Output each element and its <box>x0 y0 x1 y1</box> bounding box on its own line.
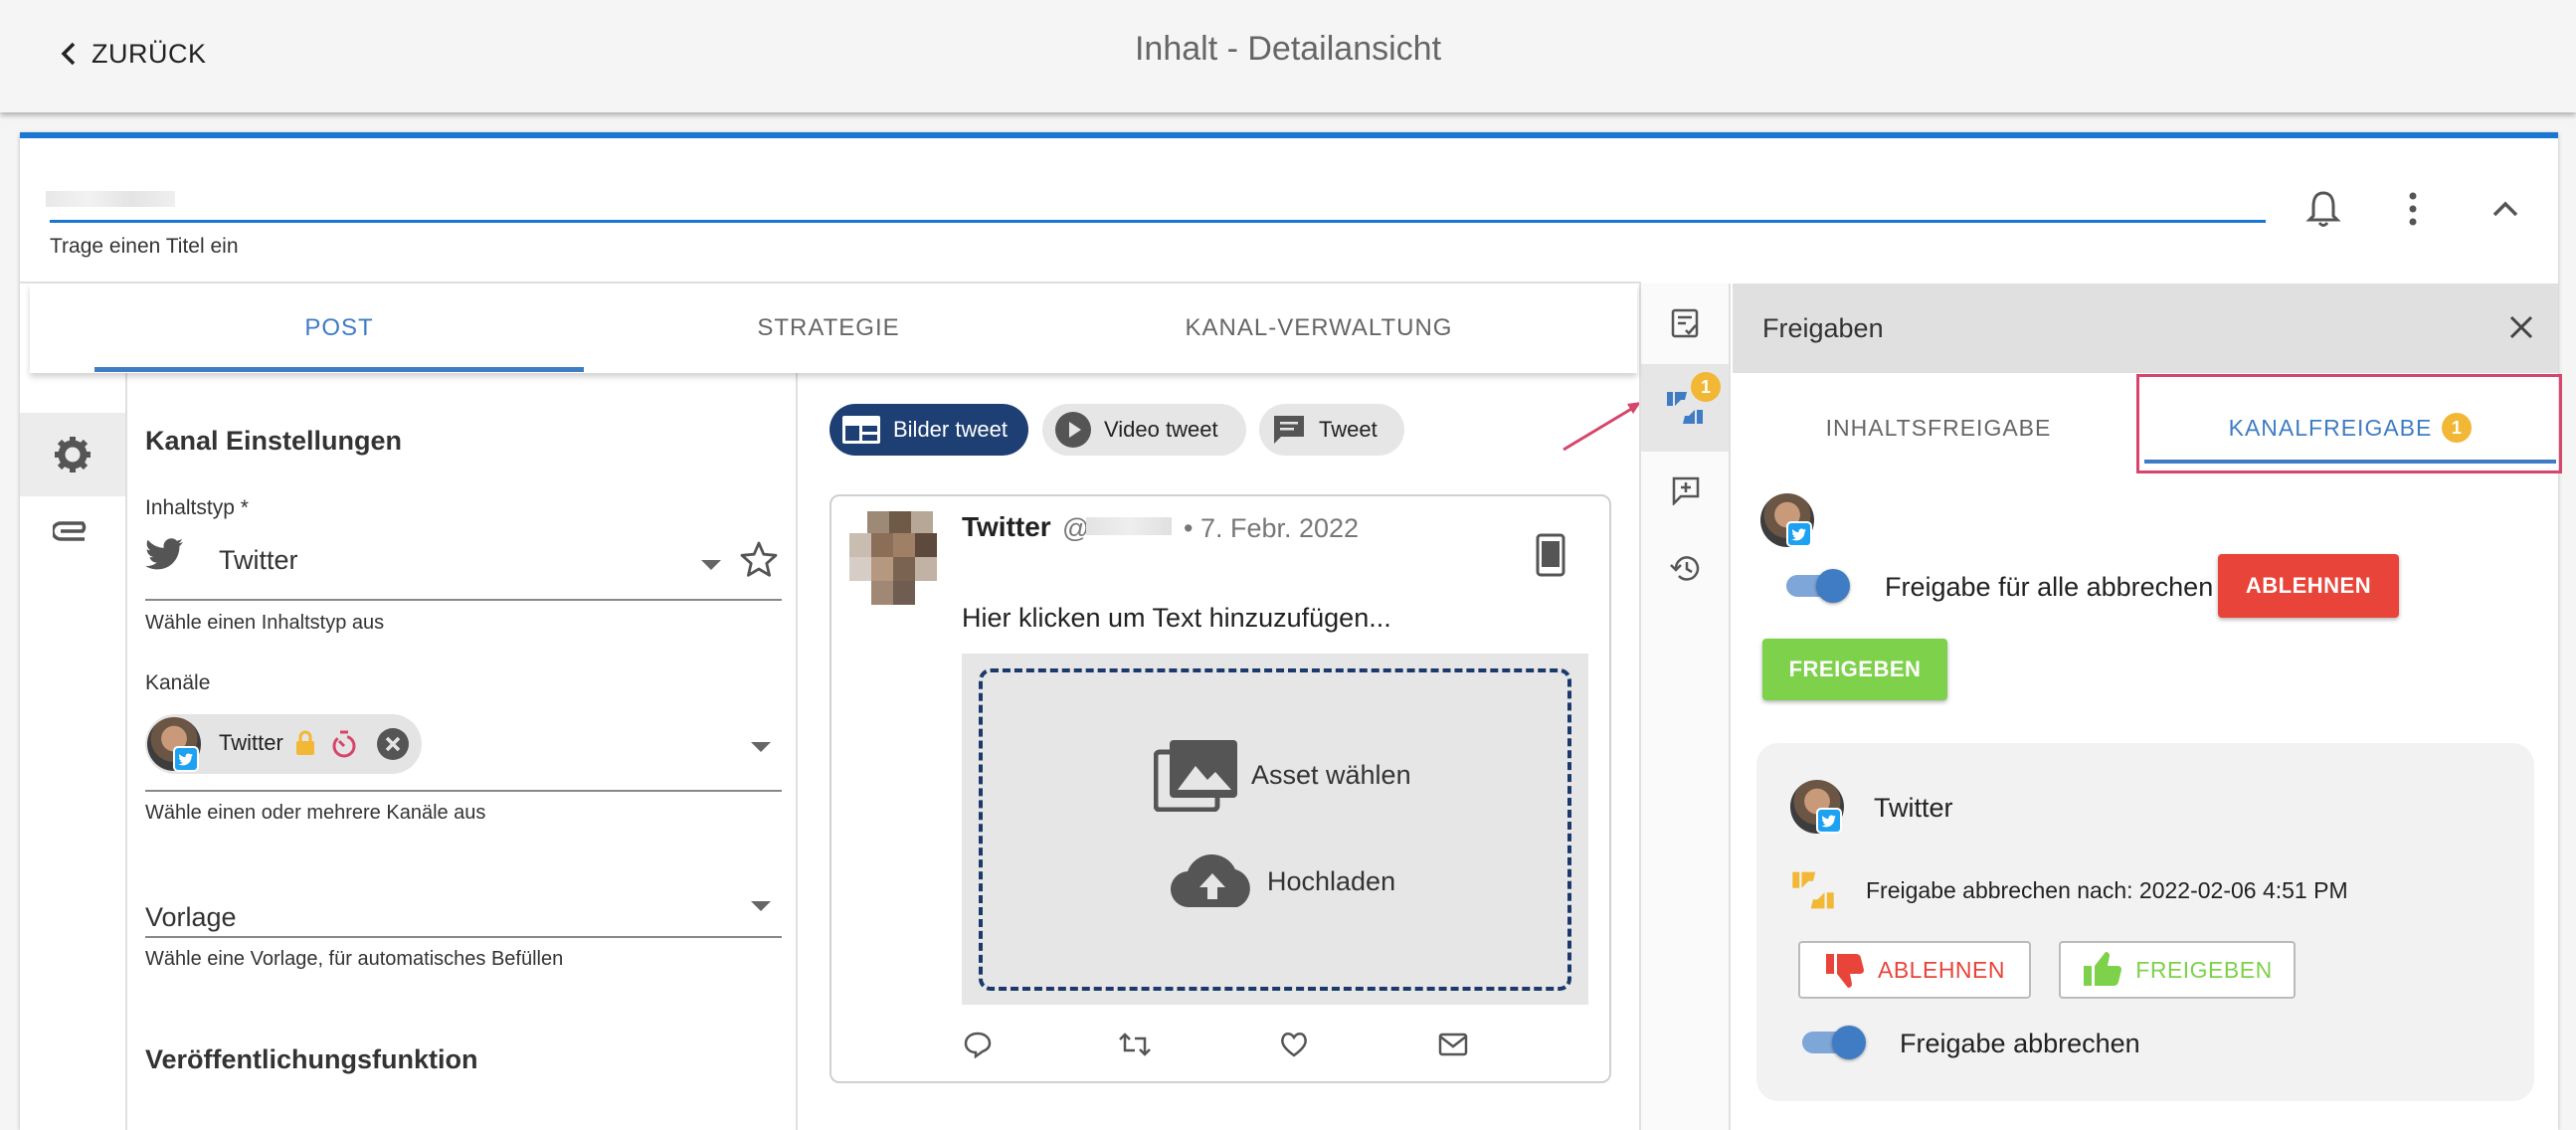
title-helper-text: Trage einen Titel ein <box>50 235 239 258</box>
retweet-icon[interactable] <box>1118 1031 1152 1063</box>
pill-tweet[interactable]: Tweet <box>1259 404 1404 456</box>
twitter-badge-icon <box>173 746 199 772</box>
lock-icon <box>294 729 316 762</box>
channels-dropdown-icon[interactable] <box>750 740 772 758</box>
annotation-arrow <box>1562 396 1643 457</box>
tab-kanalfreigabe-badge: 1 <box>2442 413 2473 443</box>
tweet-handle-blur <box>1086 517 1172 535</box>
panel-title: Freigaben <box>1762 313 1884 343</box>
cancel-all-toggle[interactable] <box>1782 569 1852 603</box>
pill-bilder-tweet[interactable]: Bilder tweet <box>829 404 1028 456</box>
title-input-underline <box>50 220 2266 223</box>
add-comment-icon[interactable] <box>1671 475 1701 510</box>
cloud-upload-icon <box>1170 853 1250 908</box>
task-list-icon[interactable] <box>1671 308 1701 343</box>
template-field[interactable]: Vorlage <box>145 902 237 933</box>
content-type-value[interactable]: Twitter <box>219 545 298 576</box>
tab-kanal-verwaltung[interactable]: KANAL-VERWALTUNG <box>1073 283 1564 373</box>
media-dropzone-border <box>979 668 1571 991</box>
twitter-badge-icon <box>1786 521 1812 547</box>
channel-name: Twitter <box>1874 793 1953 823</box>
chevron-up-icon[interactable] <box>2490 199 2520 224</box>
thumb-up-icon <box>2084 952 2122 986</box>
twitter-bird-icon <box>145 537 185 576</box>
pill-video-tweet-label: Video tweet <box>1104 417 1218 442</box>
channel-approve-label: FREIGEBEN <box>2135 956 2273 983</box>
rail-item-attachments[interactable] <box>20 489 125 573</box>
upload-button[interactable]: Hochladen <box>1170 851 1395 911</box>
template-underline <box>145 936 782 938</box>
page-title: Inhalt - Detailansicht <box>1134 30 1442 68</box>
channel-approve-button[interactable]: FREIGEBEN <box>2059 941 2296 999</box>
approvals-rail-item[interactable]: 1 <box>1641 364 1729 452</box>
star-icon[interactable] <box>740 541 778 582</box>
channels-label: Kanäle <box>145 671 211 694</box>
tweet-text-placeholder[interactable]: Hier klicken um Text hinzuzufügen... <box>962 603 1391 634</box>
channel-chip[interactable]: Twitter <box>145 714 422 774</box>
pill-video-tweet[interactable]: Video tweet <box>1042 404 1246 456</box>
rail-item-settings[interactable] <box>20 413 125 496</box>
thumb-down-icon <box>1826 954 1864 988</box>
pill-tweet-label: Tweet <box>1319 417 1378 442</box>
publish-heading: Veröffentlichungsfunktion <box>145 1044 478 1074</box>
channel-reject-button[interactable]: ABLEHNEN <box>1798 941 2031 999</box>
settings-heading: Kanal Einstellungen <box>145 426 403 456</box>
reject-all-button[interactable]: ABLEHNEN <box>2218 554 2399 618</box>
message-icon <box>1274 416 1304 444</box>
bell-icon[interactable] <box>2305 189 2341 234</box>
more-vert-icon[interactable] <box>2405 191 2421 232</box>
channels-helper: Wähle einen oder mehrere Kanäle aus <box>145 802 486 824</box>
channels-underline <box>145 790 782 792</box>
asset-select-label: Asset wählen <box>1251 759 1411 790</box>
panel-header: Freigaben <box>1733 283 2558 373</box>
title-input-value[interactable] <box>46 191 175 207</box>
thumbs-up-down-icon <box>1788 867 1838 918</box>
cancel-all-label: Freigabe für alle abbrechen <box>1885 572 2214 602</box>
tweet-author-name: Twitter <box>962 511 1051 542</box>
photo-library-icon <box>1154 740 1237 812</box>
tab-indicator <box>94 367 584 372</box>
approve-all-button[interactable]: FREIGEBEN <box>1762 639 1947 700</box>
content-type-dropdown-icon[interactable] <box>700 558 722 576</box>
tab-inhaltsfreigabe[interactable]: INHALTSFREIGABE <box>1733 383 2144 472</box>
channel-reject-label: ABLEHNEN <box>1878 956 2005 983</box>
content-type-helper: Wähle einen Inhaltstyp aus <box>145 612 385 634</box>
cancel-approval-label: Freigabe abbrechen <box>1900 1029 2140 1058</box>
asset-select-button[interactable]: Asset wählen <box>1154 738 1411 812</box>
upload-label: Hochladen <box>1267 865 1396 896</box>
tab-bar: POST STRATEGIE KANAL-VERWALTUNG <box>30 283 1637 373</box>
paperclip-icon <box>53 521 87 541</box>
close-icon[interactable] <box>2508 314 2534 345</box>
gear-icon <box>55 437 91 472</box>
approvals-badge: 1 <box>1691 372 1721 402</box>
content-type-label: Inhaltstyp * <box>145 496 249 519</box>
cancel-approval-toggle[interactable] <box>1798 1026 1868 1059</box>
tab-strategie[interactable]: STRATEGIE <box>584 283 1073 373</box>
pill-bilder-tweet-label: Bilder tweet <box>893 417 1008 442</box>
column-divider <box>796 373 798 1130</box>
tweet-avatar <box>849 511 939 605</box>
twitter-badge-icon <box>1816 808 1842 834</box>
tab-kanalfreigabe-label: KANALFREIGABE <box>2228 414 2433 441</box>
play-circle-icon <box>1055 412 1091 448</box>
cancel-after-text: Freigabe abbrechen nach: 2022-02-06 4:51… <box>1866 877 2348 903</box>
content-type-underline <box>145 599 782 601</box>
like-icon[interactable] <box>1279 1031 1309 1063</box>
mobile-icon[interactable] <box>1536 533 1565 582</box>
reply-icon[interactable] <box>963 1031 993 1063</box>
app-bar: ZURÜCK Inhalt - Detailansicht <box>0 0 2576 112</box>
history-icon[interactable] <box>1669 553 1701 588</box>
template-dropdown-icon[interactable] <box>750 899 772 917</box>
channel-chip-label: Twitter <box>219 730 283 755</box>
image-layout-icon <box>842 416 880 444</box>
mail-icon[interactable] <box>1438 1033 1468 1061</box>
template-helper: Wähle eine Vorlage, für automatisches Be… <box>145 948 564 970</box>
panel-tab-indicator <box>2144 460 2556 464</box>
tab-post[interactable]: POST <box>94 283 584 373</box>
remove-chip-icon[interactable] <box>376 727 410 766</box>
tweet-date: • 7. Febr. 2022 <box>1184 513 1360 543</box>
timer-icon <box>330 729 358 764</box>
